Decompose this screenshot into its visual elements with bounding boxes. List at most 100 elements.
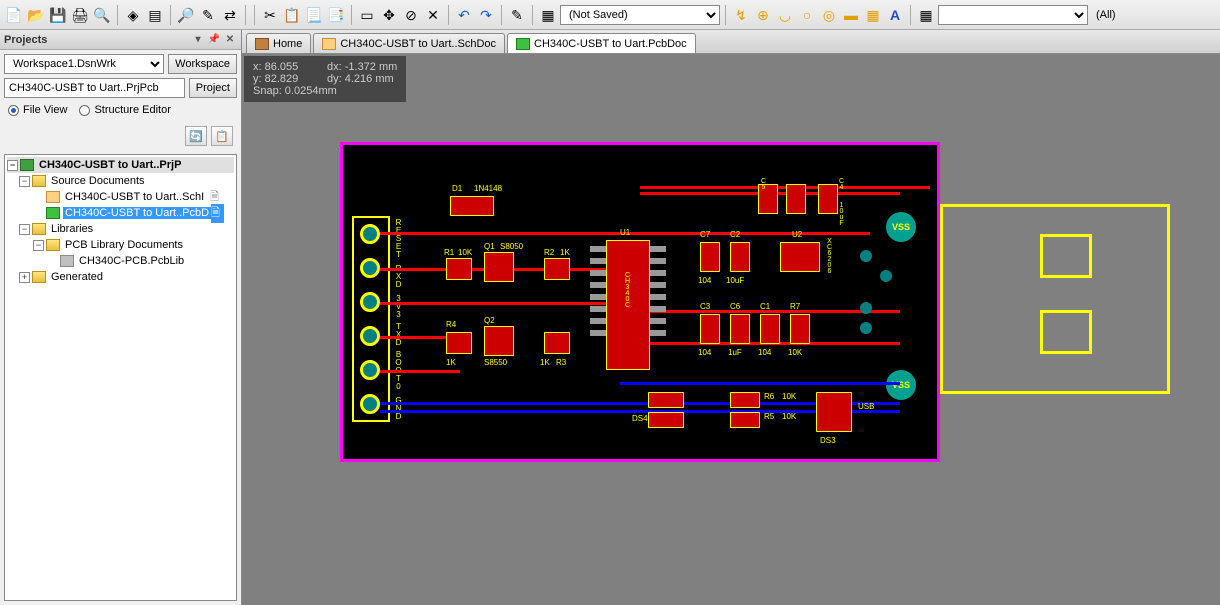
structure-editor-radio[interactable]: Structure Editor <box>79 104 170 116</box>
expand-icon[interactable]: + <box>19 272 30 283</box>
tree-pcb-doc[interactable]: CH340C-USBT to Uart..PcbD 🗎 <box>7 205 234 221</box>
component-c2[interactable] <box>730 242 750 272</box>
file-view-radio[interactable]: File View <box>8 104 67 116</box>
pcb-canvas[interactable]: x: 86.055dx: -1.372 mm y: 82.829dy: 4.21… <box>242 54 1220 605</box>
save-state-combo[interactable]: (Not Saved) <box>560 5 720 25</box>
project-tree[interactable]: − CH340C-USBT to Uart..PrjP − Source Doc… <box>4 154 237 601</box>
select-icon[interactable]: ▭ <box>357 5 377 25</box>
component-c6[interactable] <box>730 314 750 344</box>
component-ds4[interactable] <box>648 392 684 408</box>
component-u2b[interactable] <box>780 242 820 272</box>
tree-root[interactable]: − CH340C-USBT to Uart..PrjP <box>7 157 234 173</box>
deselect-icon[interactable]: ⊘ <box>401 5 421 25</box>
component-r4[interactable] <box>446 332 472 354</box>
component-u2[interactable] <box>786 184 806 214</box>
undo-icon[interactable]: ↶ <box>454 5 474 25</box>
open-icon[interactable]: 📂 <box>26 5 46 25</box>
collapse-icon[interactable]: − <box>7 160 18 171</box>
collapse-icon[interactable]: − <box>19 176 30 187</box>
silk-text: S8550 <box>484 358 507 367</box>
panel-dropdown-icon[interactable]: ▾ <box>191 33 205 47</box>
silk-text: 104 <box>698 276 711 285</box>
save-icon[interactable]: 💾 <box>48 5 68 25</box>
clear-icon[interactable]: ✕ <box>423 5 443 25</box>
panel-close-icon[interactable]: ✕ <box>223 33 237 47</box>
redo-icon[interactable]: ↷ <box>476 5 496 25</box>
text-icon[interactable]: A <box>885 5 905 25</box>
print-icon[interactable]: 🖨 <box>70 5 90 25</box>
component-c1[interactable] <box>760 314 780 344</box>
find-icon[interactable]: 🔎 <box>176 5 196 25</box>
filter-combo[interactable] <box>938 5 1088 25</box>
panel-pin-icon[interactable]: 📌 <box>207 33 221 47</box>
collapse-icon[interactable]: − <box>19 224 30 235</box>
component-r5[interactable] <box>730 412 760 428</box>
circle-icon[interactable]: ○ <box>797 5 817 25</box>
silk-text: R1 <box>444 248 454 257</box>
silk-text: 1K <box>540 358 550 367</box>
silk-text: R5 <box>764 412 774 421</box>
workspace-combo[interactable]: Workspace1.DsnWrk <box>4 54 164 74</box>
grid-icon[interactable]: ▦ <box>916 5 936 25</box>
folder-icon <box>32 223 46 235</box>
schematic-icon <box>46 191 60 203</box>
new-icon[interactable]: 📄 <box>4 5 24 25</box>
ring-icon[interactable]: ◎ <box>819 5 839 25</box>
silk-text: U1 <box>620 228 630 237</box>
header-outline <box>352 216 390 422</box>
via-icon[interactable]: ⊕ <box>753 5 773 25</box>
silk-text: S8050 <box>500 242 523 251</box>
cut-icon[interactable]: ✂ <box>260 5 280 25</box>
component-r3[interactable] <box>544 332 570 354</box>
component-r1[interactable] <box>446 258 472 280</box>
tab-pcb[interactable]: CH340C-USBT to Uart.PcbDoc <box>507 33 696 53</box>
tree-pcb-lib-docs[interactable]: − PCB Library Documents <box>7 237 234 253</box>
home-icon <box>255 38 269 50</box>
tab-schematic[interactable]: CH340C-USBT to Uart..SchDoc <box>313 33 505 53</box>
tree-generated[interactable]: + Generated <box>7 269 234 285</box>
fill-icon[interactable]: ▬ <box>841 5 861 25</box>
move-icon[interactable]: ✥ <box>379 5 399 25</box>
pen-icon[interactable]: ✎ <box>507 5 527 25</box>
document-tabs: Home CH340C-USBT to Uart..SchDoc CH340C-… <box>242 30 1220 54</box>
component-r7[interactable] <box>790 314 810 344</box>
arc-icon[interactable]: ◡ <box>775 5 795 25</box>
component-d1[interactable] <box>450 196 494 216</box>
copy-icon[interactable]: 📋 <box>282 5 302 25</box>
component-ds[interactable] <box>648 412 684 428</box>
tab-home[interactable]: Home <box>246 33 311 53</box>
route-icon[interactable]: ↯ <box>731 5 751 25</box>
vss-pad: VSS <box>886 370 916 400</box>
tool-icon[interactable]: ◈ <box>123 5 143 25</box>
header-pad <box>360 258 380 278</box>
component-r2[interactable] <box>544 258 570 280</box>
workspace-button[interactable]: Workspace <box>168 54 237 74</box>
tree-source-docs[interactable]: − Source Documents <box>7 173 234 189</box>
component-ds3[interactable] <box>816 392 852 432</box>
component-c4[interactable] <box>818 184 838 214</box>
tree-sch-doc[interactable]: CH340C-USBT to Uart..SchI 🗎 <box>7 189 234 205</box>
tree-pcb-lib-file[interactable]: CH340C-PCB.PcbLib <box>7 253 234 269</box>
settings-icon[interactable]: 📋 <box>211 126 233 146</box>
project-button[interactable]: Project <box>189 78 237 98</box>
replace-icon[interactable]: ✎ <box>198 5 218 25</box>
component-q1[interactable] <box>484 252 514 282</box>
collapse-icon[interactable]: − <box>33 240 44 251</box>
refresh-icon[interactable]: 🔄 <box>185 126 207 146</box>
via <box>860 302 872 314</box>
region-icon[interactable]: ▦ <box>863 5 883 25</box>
component-c7[interactable] <box>700 242 720 272</box>
stop-icon[interactable]: ▦ <box>538 5 558 25</box>
layers-icon[interactable]: ▤ <box>145 5 165 25</box>
paste2-icon[interactable]: 📑 <box>326 5 346 25</box>
preview-icon[interactable]: 🔍 <box>92 5 112 25</box>
tree-libraries[interactable]: − Libraries <box>7 221 234 237</box>
vss-pad: VSS <box>886 212 916 242</box>
nav-icon[interactable]: ⇄ <box>220 5 240 25</box>
paste-icon[interactable]: 📃 <box>304 5 324 25</box>
pcb-board[interactable]: RESET RXD 3V3 TXD BOOT0 GND <box>340 142 1210 462</box>
project-field[interactable]: CH340C-USBT to Uart..PrjPcb <box>4 78 185 98</box>
component-r6[interactable] <box>730 392 760 408</box>
component-q2[interactable] <box>484 326 514 356</box>
component-c3[interactable] <box>700 314 720 344</box>
